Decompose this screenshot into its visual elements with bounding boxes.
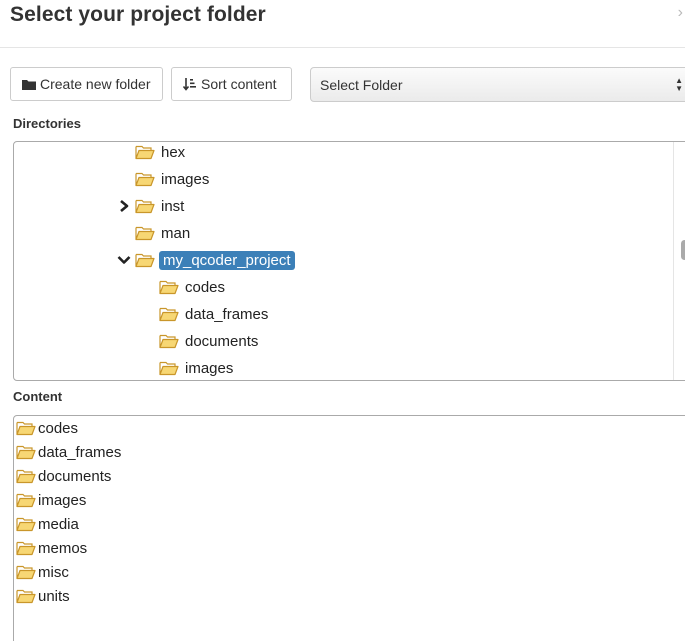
open-folder-icon xyxy=(159,360,179,376)
chevron-right-icon[interactable] xyxy=(117,199,131,213)
tree-node-label: data_frames xyxy=(185,305,269,323)
content-item-label: misc xyxy=(38,563,69,581)
content-item[interactable]: media xyxy=(16,513,79,535)
open-folder-icon xyxy=(16,540,36,556)
open-folder-icon xyxy=(159,333,179,349)
tree-node-label: codes xyxy=(185,278,226,296)
tree-node[interactable]: documents xyxy=(159,330,258,352)
content-item[interactable]: images xyxy=(16,489,86,511)
tree-node[interactable]: codes xyxy=(159,276,225,298)
sort-content-button[interactable]: Sort content xyxy=(171,67,292,101)
open-folder-icon xyxy=(16,468,36,484)
content-item[interactable]: data_frames xyxy=(16,441,121,463)
open-folder-icon xyxy=(16,444,36,460)
content-item[interactable]: documents xyxy=(16,465,111,487)
sort-content-label: Sort content xyxy=(201,76,277,92)
open-folder-icon xyxy=(16,588,36,604)
open-folder-icon xyxy=(135,225,155,241)
content-item[interactable]: units xyxy=(16,585,70,607)
open-folder-icon xyxy=(16,516,36,532)
content-item-label: memos xyxy=(38,539,88,557)
dialog-header: Select your project folder › xyxy=(0,0,685,48)
directories-tree[interactable]: hex images inst man my_qcoder_projectcodes da… xyxy=(13,141,685,381)
content-item-label: units xyxy=(38,587,70,605)
content-label: Content xyxy=(13,389,63,404)
content-item-label: codes xyxy=(38,419,79,437)
tree-node-label: documents xyxy=(185,332,259,350)
folder-select[interactable]: Select Folder ▲ ▼ xyxy=(310,67,685,102)
tree-node[interactable]: data_frames xyxy=(159,303,268,325)
content-item-label: media xyxy=(38,515,79,533)
folder-select-value: Select Folder xyxy=(320,76,403,93)
select-arrows-icon: ▲ ▼ xyxy=(675,76,683,93)
open-folder-icon xyxy=(16,420,36,436)
tree-node[interactable]: my_qcoder_project xyxy=(117,249,295,271)
tree-node-label: inst xyxy=(161,197,185,215)
open-folder-icon xyxy=(159,279,179,295)
open-folder-icon xyxy=(135,252,155,268)
open-folder-icon xyxy=(135,198,155,214)
content-item-label: data_frames xyxy=(38,443,122,461)
directories-label: Directories xyxy=(13,116,81,131)
sort-icon xyxy=(183,77,197,91)
content-item-label: images xyxy=(38,491,87,509)
tree-node[interactable]: hex xyxy=(135,142,186,163)
content-item[interactable]: memos xyxy=(16,537,87,559)
tree-node[interactable]: images xyxy=(159,357,233,379)
open-folder-icon xyxy=(135,171,155,187)
create-folder-button[interactable]: Create new folder xyxy=(10,67,163,101)
create-folder-label: Create new folder xyxy=(40,76,151,92)
tree-node-label: man xyxy=(161,224,191,242)
scrollbar-track[interactable] xyxy=(673,142,674,380)
tree-node[interactable]: images xyxy=(135,168,209,190)
content-item-label: documents xyxy=(38,467,112,485)
content-item[interactable]: misc xyxy=(16,561,69,583)
open-folder-icon xyxy=(135,144,155,160)
close-icon[interactable]: › xyxy=(678,4,683,22)
tree-node-label: hex xyxy=(161,143,186,161)
scrollbar-thumb[interactable] xyxy=(681,240,685,260)
tree-node[interactable]: inst xyxy=(120,195,185,217)
open-folder-icon xyxy=(159,306,179,322)
tree-node-label: my_qcoder_project xyxy=(159,250,295,270)
open-folder-icon xyxy=(16,564,36,580)
content-item[interactable]: codes xyxy=(16,417,78,439)
chevron-down-icon[interactable] xyxy=(117,253,131,267)
tree-node[interactable]: man xyxy=(135,222,190,244)
dialog-title: Select your project folder xyxy=(10,3,266,26)
folder-icon xyxy=(22,78,36,90)
open-folder-icon xyxy=(16,492,36,508)
content-list[interactable]: codes data_frames documents images media memo… xyxy=(13,415,685,641)
tree-node-label: images xyxy=(185,359,234,377)
tree-node-label: images xyxy=(161,170,210,188)
